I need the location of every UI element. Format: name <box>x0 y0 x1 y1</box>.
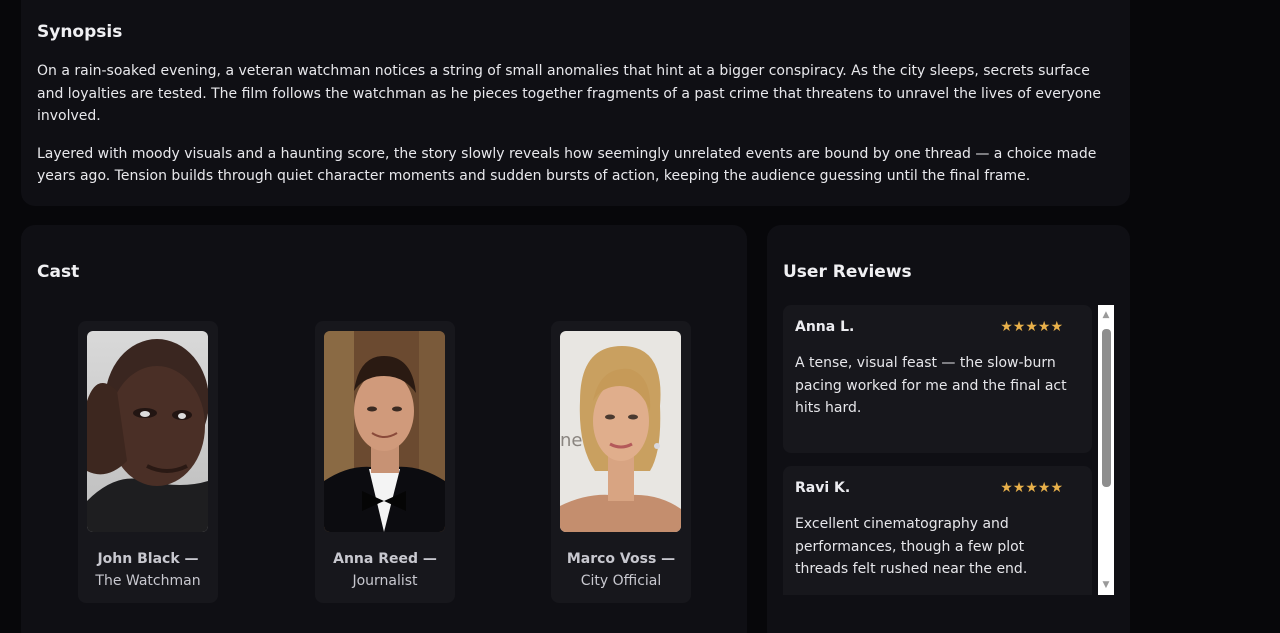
cast-member-card[interactable]: ne Marco Voss — City Official <box>551 321 691 603</box>
reviews-list[interactable]: Anna L. ★★★★★ A tense, visual feast — th… <box>783 305 1114 595</box>
synopsis-card: Synopsis On a rain-soaked evening, a vet… <box>21 0 1130 206</box>
review-item: Ravi K. ★★★★★ Excellent cinematography a… <box>783 466 1092 595</box>
star-rating: ★★★★★ <box>1000 319 1063 335</box>
synopsis-paragraph: On a rain-soaked evening, a veteran watc… <box>37 63 1101 124</box>
cast-card: Cast John Black — The Watchman Anna Reed… <box>21 225 747 633</box>
cast-actor-name: Marco Voss — <box>566 551 676 567</box>
cast-photo: ne <box>560 331 681 532</box>
cast-member-name: Marco Voss — City Official <box>551 548 691 592</box>
movie-details-page: Synopsis On a rain-soaked evening, a vet… <box>0 0 1280 633</box>
review-text: Excellent cinematography and performance… <box>795 516 1028 577</box>
cast-photo <box>324 331 445 532</box>
scrollbar-thumb[interactable] <box>1102 329 1111 487</box>
scroll-down-arrow-icon[interactable]: ▼ <box>1098 577 1114 593</box>
cast-role-name: City Official <box>580 573 662 589</box>
cast-member-name: John Black — The Watchman <box>78 548 218 592</box>
synopsis-title: Synopsis <box>37 22 123 42</box>
reviews-scrollbar[interactable]: ▲ ▼ <box>1098 305 1114 595</box>
cast-actor-name: Anna Reed — <box>333 551 437 567</box>
svg-text:ne: ne <box>560 430 582 451</box>
cast-member-card[interactable]: Anna Reed — Journalist <box>315 321 455 603</box>
cast-role-name: Journalist <box>352 573 418 589</box>
cast-title: Cast <box>37 262 80 282</box>
scroll-up-arrow-icon[interactable]: ▲ <box>1098 307 1114 323</box>
reviews-title: User Reviews <box>783 262 912 282</box>
reviews-card: User Reviews Anna L. ★★★★★ A tense, visu… <box>767 225 1130 633</box>
cast-role-name: The Watchman <box>95 573 201 589</box>
review-text: A tense, visual feast — the slow-burn pa… <box>795 355 1067 416</box>
cast-member-card[interactable]: John Black — The Watchman <box>78 321 218 603</box>
synopsis-paragraph: Layered with moody visuals and a hauntin… <box>37 145 1097 185</box>
review-item: Anna L. ★★★★★ A tense, visual feast — th… <box>783 305 1092 453</box>
cast-photo <box>87 331 208 532</box>
cast-member-name: Anna Reed — Journalist <box>315 548 455 592</box>
cast-list: John Black — The Watchman Anna Reed — Jo… <box>21 321 747 611</box>
cast-actor-name: John Black — <box>97 551 199 567</box>
star-rating: ★★★★★ <box>1000 480 1063 496</box>
